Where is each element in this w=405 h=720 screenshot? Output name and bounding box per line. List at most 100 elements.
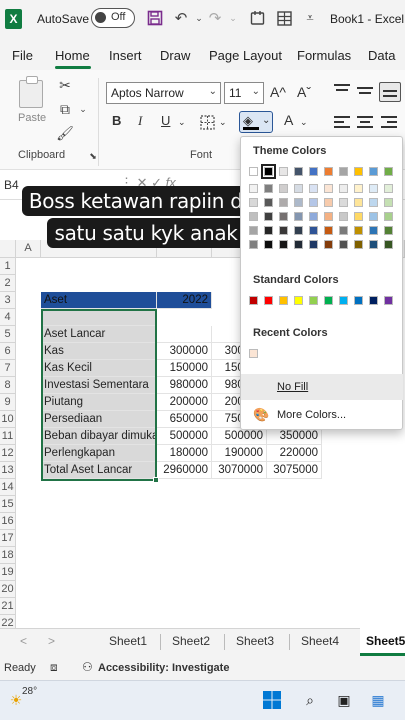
- table-icon[interactable]: [274, 8, 294, 28]
- standard-color-swatch[interactable]: [309, 296, 318, 305]
- redo-dropdown-icon[interactable]: ⌄: [223, 8, 243, 28]
- standard-color-swatch[interactable]: [279, 296, 288, 305]
- theme-shade-swatch[interactable]: [264, 198, 273, 207]
- align-right-icon[interactable]: [381, 116, 397, 130]
- font-color-dropdown-icon[interactable]: ⌄: [300, 117, 308, 128]
- theme-shade-swatch[interactable]: [354, 226, 363, 235]
- theme-shade-swatch[interactable]: [369, 240, 378, 249]
- theme-shade-swatch[interactable]: [294, 184, 303, 193]
- row-header[interactable]: 21: [0, 598, 16, 615]
- data-value-cell[interactable]: 180000: [157, 445, 212, 462]
- row-header[interactable]: 8: [0, 377, 16, 394]
- row-header[interactable]: 1: [0, 258, 16, 275]
- data-value-cell[interactable]: 2960000: [157, 462, 212, 479]
- theme-color-swatch[interactable]: [294, 167, 303, 176]
- cut-icon[interactable]: ✂: [56, 76, 74, 94]
- theme-shade-swatch[interactable]: [264, 240, 273, 249]
- search-icon[interactable]: ⌕: [300, 690, 320, 710]
- theme-shade-swatch[interactable]: [309, 226, 318, 235]
- shrink-font-button[interactable]: Aˇ: [297, 84, 311, 100]
- data-label-cell[interactable]: Total Aset Lancar: [41, 462, 157, 479]
- theme-shade-swatch[interactable]: [339, 212, 348, 221]
- theme-color-swatch[interactable]: [324, 167, 333, 176]
- theme-color-swatch[interactable]: [279, 167, 288, 176]
- theme-shade-swatch[interactable]: [384, 198, 393, 207]
- autosave-toggle[interactable]: Off: [91, 8, 135, 28]
- row-header[interactable]: 3: [0, 292, 16, 309]
- theme-shade-swatch[interactable]: [339, 184, 348, 193]
- theme-shade-swatch[interactable]: [324, 226, 333, 235]
- theme-shade-swatch[interactable]: [339, 198, 348, 207]
- data-label-cell[interactable]: Kas Kecil: [41, 360, 157, 377]
- row-header[interactable]: 17: [0, 530, 16, 547]
- weather-temperature[interactable]: 28°: [22, 686, 37, 697]
- data-value-cell[interactable]: 3070000: [212, 462, 267, 479]
- data-label-cell[interactable]: Aset Lancar: [41, 326, 157, 343]
- standard-color-swatch[interactable]: [354, 296, 363, 305]
- data-label-cell[interactable]: Kas: [41, 343, 157, 360]
- copy-dropdown-icon[interactable]: ⌄: [74, 100, 92, 118]
- row-header[interactable]: 19: [0, 564, 16, 581]
- standard-color-swatch[interactable]: [294, 296, 303, 305]
- theme-shade-swatch[interactable]: [294, 226, 303, 235]
- theme-shade-swatch[interactable]: [279, 184, 288, 193]
- align-top-icon[interactable]: [334, 84, 350, 98]
- theme-color-swatch[interactable]: [369, 167, 378, 176]
- windows-start-icon[interactable]: [262, 690, 282, 710]
- font-color-button[interactable]: A: [284, 112, 293, 128]
- italic-button[interactable]: I: [138, 113, 142, 129]
- tab-home[interactable]: Home: [55, 48, 90, 63]
- tab-file[interactable]: File: [12, 48, 33, 63]
- underline-dropdown-icon[interactable]: ⌄: [178, 117, 186, 128]
- header-cell-year[interactable]: 2022: [157, 292, 212, 309]
- sheet-tab-sheet4[interactable]: Sheet4: [301, 634, 339, 648]
- standard-color-swatch[interactable]: [249, 296, 258, 305]
- data-value-cell[interactable]: 3075000: [267, 462, 322, 479]
- row-header[interactable]: 20: [0, 581, 16, 598]
- data-label-cell[interactable]: Beban dibayar dimuka: [41, 428, 157, 445]
- theme-color-swatch[interactable]: [249, 167, 258, 176]
- theme-shade-swatch[interactable]: [294, 212, 303, 221]
- accessibility-status[interactable]: Accessibility: Investigate: [98, 662, 229, 674]
- column-header-b[interactable]: [41, 240, 157, 258]
- align-center-icon[interactable]: [357, 116, 373, 130]
- data-value-cell[interactable]: 220000: [267, 445, 322, 462]
- row-header[interactable]: 9: [0, 394, 16, 411]
- data-value-cell[interactable]: 200000: [157, 394, 212, 411]
- macro-recorder-icon[interactable]: ⧈: [50, 660, 58, 675]
- save-icon[interactable]: [145, 8, 165, 28]
- fill-handle[interactable]: [153, 477, 159, 483]
- theme-shade-swatch[interactable]: [354, 212, 363, 221]
- theme-color-swatch[interactable]: [339, 167, 348, 176]
- theme-shade-swatch[interactable]: [384, 240, 393, 249]
- data-value-cell[interactable]: 190000: [212, 445, 267, 462]
- grow-font-button[interactable]: A^: [270, 84, 286, 100]
- fill-color-button[interactable]: ◈ ⌄: [239, 111, 273, 133]
- scroll-sheets-left-icon[interactable]: <: [20, 634, 27, 648]
- font-name-select[interactable]: Aptos Narrow ⌄: [106, 82, 221, 104]
- recent-color-swatch[interactable]: [249, 349, 258, 358]
- standard-color-swatch[interactable]: [339, 296, 348, 305]
- theme-shade-swatch[interactable]: [279, 226, 288, 235]
- tab-formulas[interactable]: Formulas: [297, 48, 351, 63]
- theme-shade-swatch[interactable]: [279, 198, 288, 207]
- data-value-cell[interactable]: 300000: [157, 343, 212, 360]
- bold-button[interactable]: B: [112, 113, 121, 128]
- clipboard-launcher-icon[interactable]: ⬊: [84, 147, 102, 165]
- tab-draw[interactable]: Draw: [160, 48, 190, 63]
- header-cell-aset[interactable]: Aset: [41, 292, 157, 309]
- theme-shade-swatch[interactable]: [249, 198, 258, 207]
- theme-shade-swatch[interactable]: [369, 198, 378, 207]
- standard-color-swatch[interactable]: [324, 296, 333, 305]
- row-header[interactable]: 10: [0, 411, 16, 428]
- row-header[interactable]: 12: [0, 445, 16, 462]
- theme-shade-swatch[interactable]: [294, 198, 303, 207]
- data-value-cell[interactable]: 650000: [157, 411, 212, 428]
- data-label-cell[interactable]: Investasi Sementara: [41, 377, 157, 394]
- row-header[interactable]: 15: [0, 496, 16, 513]
- fx-icon[interactable]: fx: [166, 175, 176, 190]
- widgets-icon[interactable]: ▦: [368, 690, 388, 710]
- theme-shade-swatch[interactable]: [249, 212, 258, 221]
- theme-shade-swatch[interactable]: [249, 240, 258, 249]
- theme-color-swatch[interactable]: [261, 164, 276, 179]
